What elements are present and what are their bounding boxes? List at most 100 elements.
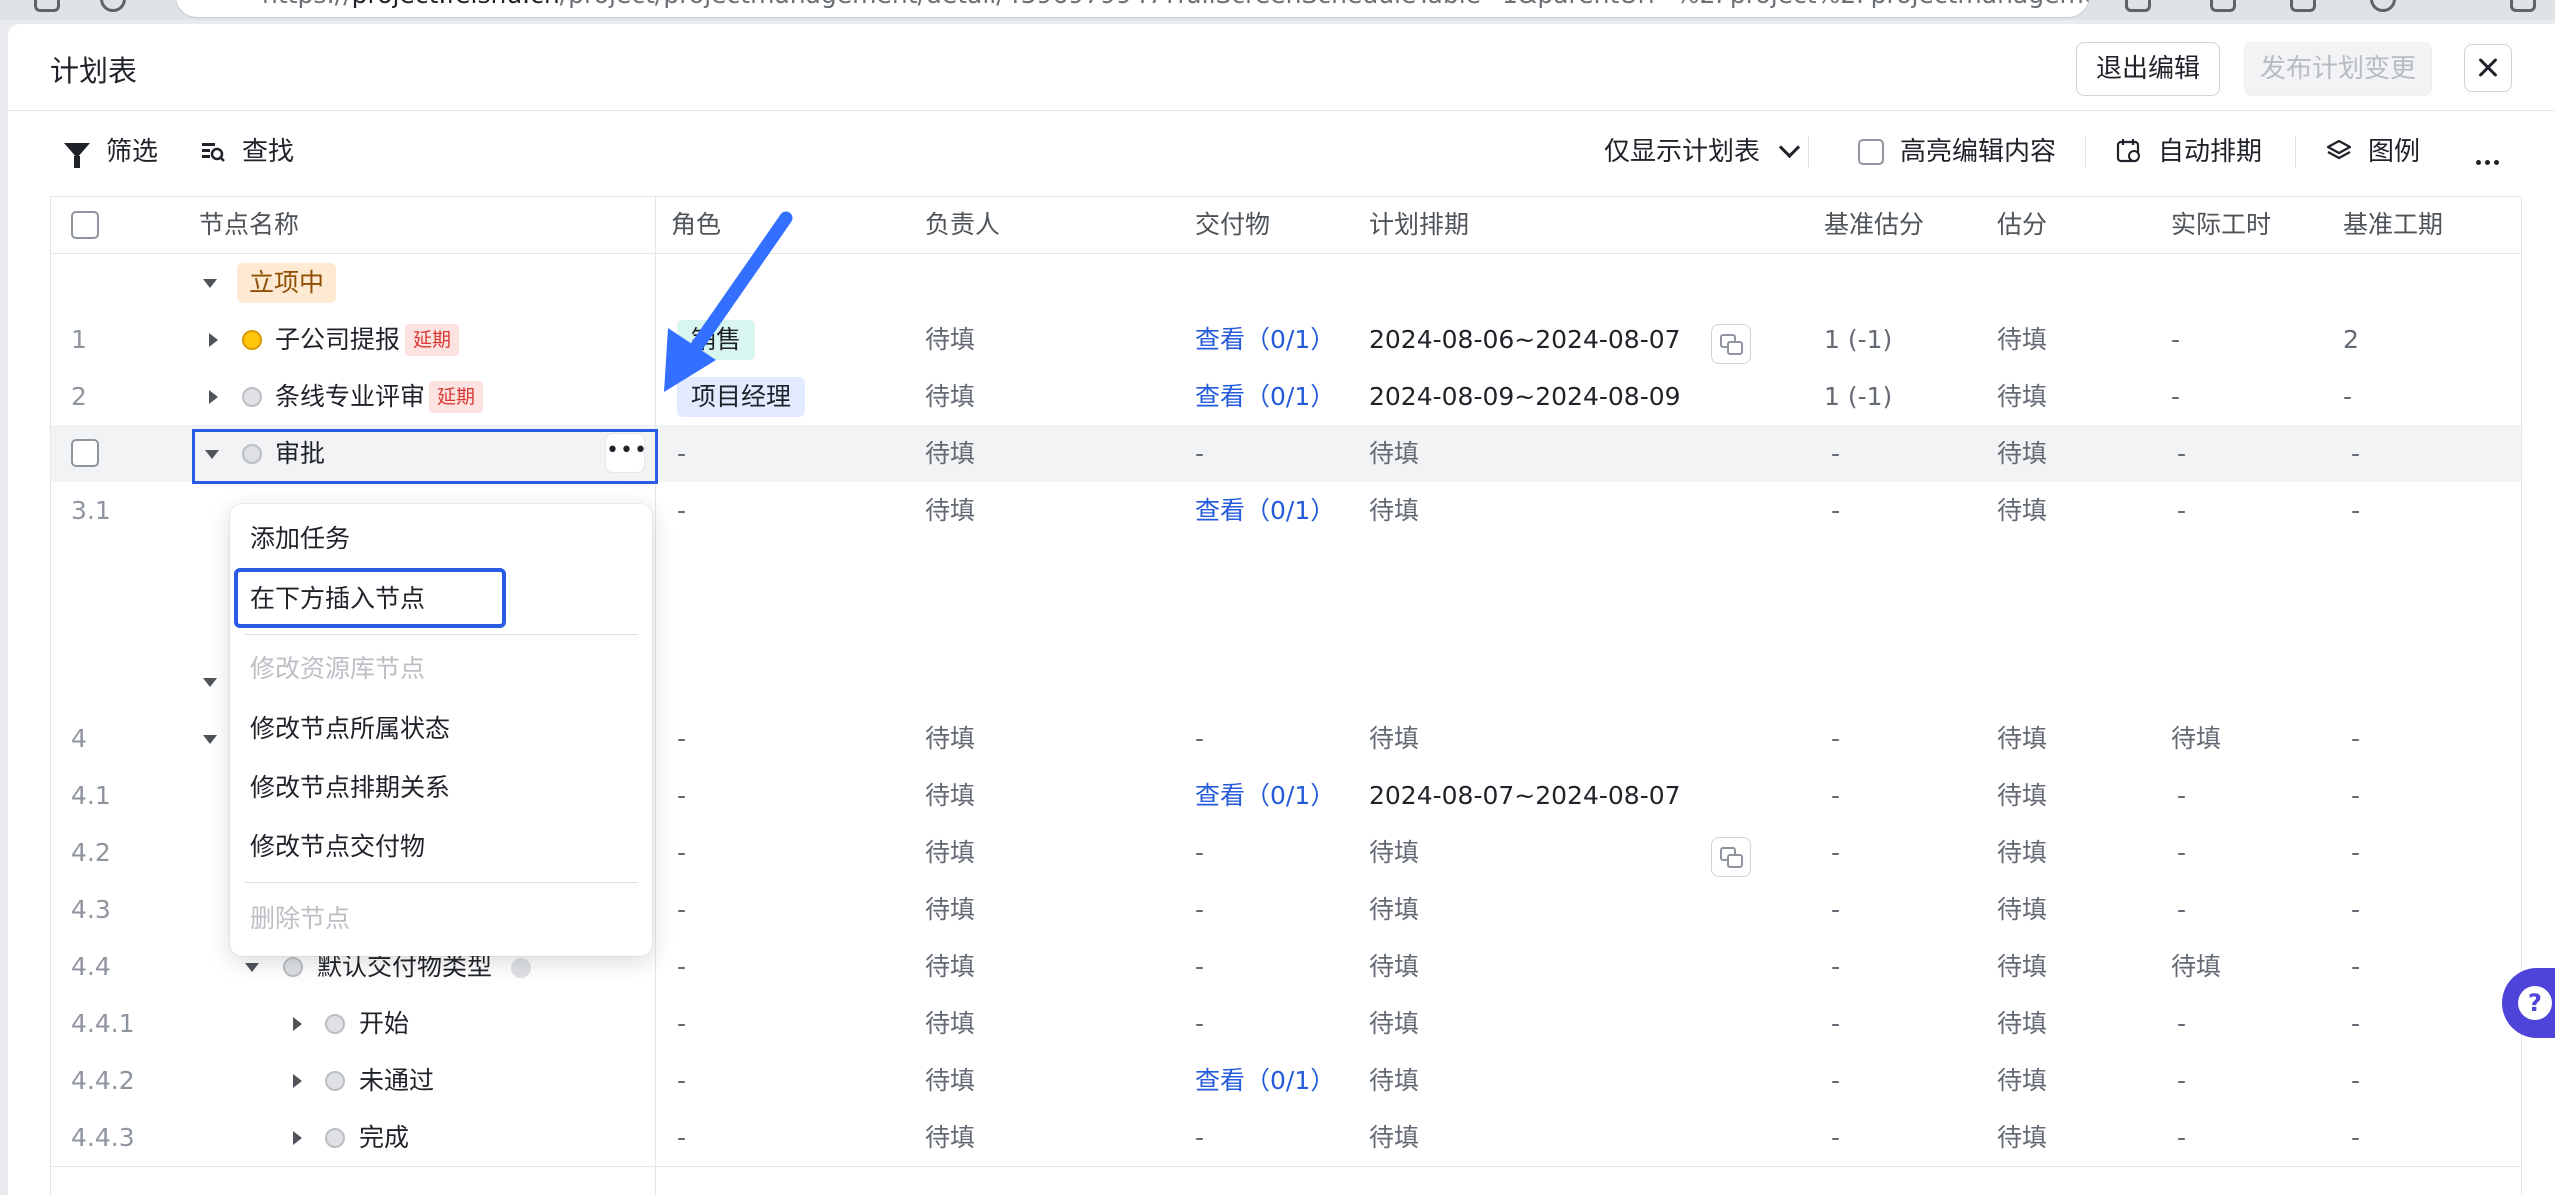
- node-name[interactable]: 开始: [359, 995, 409, 1052]
- col-base-estimate[interactable]: 基准估分: [1824, 197, 1924, 253]
- table-row[interactable]: 2 条线专业评审 延期 项目经理 待填 查看（0/1） 2024-08-09~2…: [51, 368, 2521, 426]
- role-cell[interactable]: -: [677, 1052, 686, 1109]
- exit-edit-button[interactable]: 退出编辑: [2076, 42, 2220, 96]
- schedule-cell[interactable]: 待填: [1369, 710, 1419, 767]
- estimate-cell[interactable]: 待填: [1997, 881, 2047, 938]
- node-name[interactable]: 子公司提报: [275, 311, 400, 368]
- deliverable-link[interactable]: 查看（0/1）: [1195, 1052, 1335, 1109]
- role-cell[interactable]: -: [677, 767, 686, 824]
- link-icon[interactable]: [511, 958, 531, 978]
- expand-icon[interactable]: [293, 1074, 302, 1088]
- table-row[interactable]: 1 子公司提报 延期 销售 待填 查看（0/1） 2024-08-06~2024…: [51, 311, 2521, 369]
- collapse-icon[interactable]: [245, 963, 259, 972]
- owner-cell[interactable]: 待填: [925, 938, 975, 995]
- col-estimate[interactable]: 估分: [1997, 197, 2047, 253]
- more-icon[interactable]: [2476, 150, 2503, 169]
- owner-cell[interactable]: 待填: [925, 767, 975, 824]
- estimate-cell[interactable]: 待填: [1997, 482, 2047, 539]
- col-role[interactable]: 角色: [671, 197, 721, 253]
- deliverable-cell[interactable]: -: [1195, 995, 1204, 1052]
- collapse-icon[interactable]: [203, 735, 217, 744]
- table-row[interactable]: 4.4.1 开始 - 待填 - 待填 - 待填 - -: [51, 995, 2521, 1053]
- estimate-cell[interactable]: 待填: [1997, 938, 2047, 995]
- owner-cell[interactable]: 待填: [925, 995, 975, 1052]
- expand-icon[interactable]: [209, 333, 218, 347]
- col-owner[interactable]: 负责人: [925, 197, 1000, 253]
- checkbox-icon[interactable]: [1858, 139, 1884, 165]
- role-cell[interactable]: -: [677, 938, 686, 995]
- estimate-cell[interactable]: 待填: [1997, 767, 2047, 824]
- node-name[interactable]: 条线专业评审: [275, 368, 425, 425]
- menu-edit-status[interactable]: 修改节点所属状态: [250, 704, 450, 754]
- estimate-cell[interactable]: 待填: [1997, 824, 2047, 881]
- row-checkbox[interactable]: [71, 439, 99, 467]
- schedule-cell[interactable]: 待填: [1369, 824, 1419, 881]
- role-cell[interactable]: -: [677, 881, 686, 938]
- profile-icon[interactable]: [2370, 0, 2396, 12]
- row-more-button[interactable]: •••: [605, 433, 647, 473]
- deliverable-cell[interactable]: -: [1195, 881, 1204, 938]
- copy-icon[interactable]: [1711, 324, 1751, 364]
- node-name[interactable]: 审批: [275, 425, 325, 482]
- role-cell[interactable]: -: [677, 710, 686, 767]
- estimate-cell[interactable]: 待填: [1997, 1052, 2047, 1109]
- menu-add-task[interactable]: 添加任务: [250, 514, 350, 564]
- schedule-cell[interactable]: 待填: [1369, 1052, 1419, 1109]
- extension-icon[interactable]: [2125, 0, 2151, 12]
- estimate-cell[interactable]: 待填: [1997, 311, 2047, 368]
- copy-icon[interactable]: [1711, 837, 1751, 877]
- deliverable-cell[interactable]: -: [1195, 425, 1204, 482]
- estimate-cell[interactable]: 待填: [1997, 995, 2047, 1052]
- schedule-cell[interactable]: 2024-08-09~2024-08-09: [1369, 368, 1681, 425]
- collapse-icon[interactable]: [203, 678, 217, 687]
- menu-edit-deliverable[interactable]: 修改节点交付物: [250, 822, 425, 872]
- col-deliverable[interactable]: 交付物: [1195, 197, 1270, 253]
- col-actual-hours[interactable]: 实际工时: [2171, 197, 2271, 253]
- owner-cell[interactable]: 待填: [925, 1109, 975, 1166]
- expand-icon[interactable]: [209, 390, 218, 404]
- schedule-cell[interactable]: 待填: [1369, 425, 1419, 482]
- extension-icon[interactable]: [2210, 0, 2236, 12]
- address-bar[interactable]: https://project.feishu.cn/project/projec…: [175, 0, 2090, 18]
- role-tag[interactable]: 项目经理: [677, 377, 806, 417]
- reload-icon[interactable]: [100, 0, 126, 12]
- menu-edit-schedule-relation[interactable]: 修改节点排期关系: [250, 763, 450, 813]
- owner-cell[interactable]: 待填: [925, 824, 975, 881]
- deliverable-link[interactable]: 查看（0/1）: [1195, 311, 1335, 368]
- deliverable-cell[interactable]: -: [1195, 1109, 1204, 1166]
- deliverable-cell[interactable]: -: [1195, 710, 1204, 767]
- close-icon[interactable]: [2464, 44, 2512, 92]
- owner-cell[interactable]: 待填: [925, 482, 975, 539]
- legend-button[interactable]: 图例: [2326, 132, 2420, 172]
- owner-cell[interactable]: 待填: [925, 710, 975, 767]
- schedule-cell[interactable]: 2024-08-06~2024-08-07: [1369, 311, 1681, 368]
- col-schedule[interactable]: 计划排期: [1369, 197, 1469, 253]
- owner-cell[interactable]: 待填: [925, 425, 975, 482]
- schedule-cell[interactable]: 待填: [1369, 938, 1419, 995]
- expand-icon[interactable]: [293, 1131, 302, 1145]
- back-icon[interactable]: [34, 0, 60, 12]
- window-icon[interactable]: [2510, 0, 2536, 12]
- deliverable-cell[interactable]: -: [1195, 938, 1204, 995]
- deliverable-link[interactable]: 查看（0/1）: [1195, 368, 1335, 425]
- estimate-cell[interactable]: 待填: [1997, 1109, 2047, 1166]
- collapse-icon[interactable]: [205, 450, 219, 459]
- role-cell[interactable]: -: [677, 1109, 686, 1166]
- node-name[interactable]: 完成: [359, 1109, 409, 1166]
- deliverable-cell[interactable]: -: [1195, 824, 1204, 881]
- view-select[interactable]: 仅显示计划表: [1604, 132, 1801, 172]
- collapse-icon[interactable]: [203, 279, 217, 288]
- schedule-cell[interactable]: 待填: [1369, 1109, 1419, 1166]
- extension-icon[interactable]: [2290, 0, 2316, 12]
- expand-icon[interactable]: [293, 1017, 302, 1031]
- table-row-active[interactable]: 审批 ••• - 待填 - 待填 - 待填 - -: [51, 425, 2521, 483]
- deliverable-link[interactable]: 查看（0/1）: [1195, 767, 1335, 824]
- highlight-toggle[interactable]: 高亮编辑内容: [1858, 132, 2056, 172]
- schedule-cell[interactable]: 待填: [1369, 881, 1419, 938]
- col-node-name[interactable]: 节点名称: [199, 197, 299, 253]
- estimate-cell[interactable]: 待填: [1997, 710, 2047, 767]
- table-row[interactable]: 4.4.2 未通过 - 待填 查看（0/1） 待填 - 待填 - -: [51, 1052, 2521, 1110]
- estimate-cell[interactable]: 待填: [1997, 368, 2047, 425]
- role-tag[interactable]: 销售: [677, 320, 756, 360]
- owner-cell[interactable]: 待填: [925, 368, 975, 425]
